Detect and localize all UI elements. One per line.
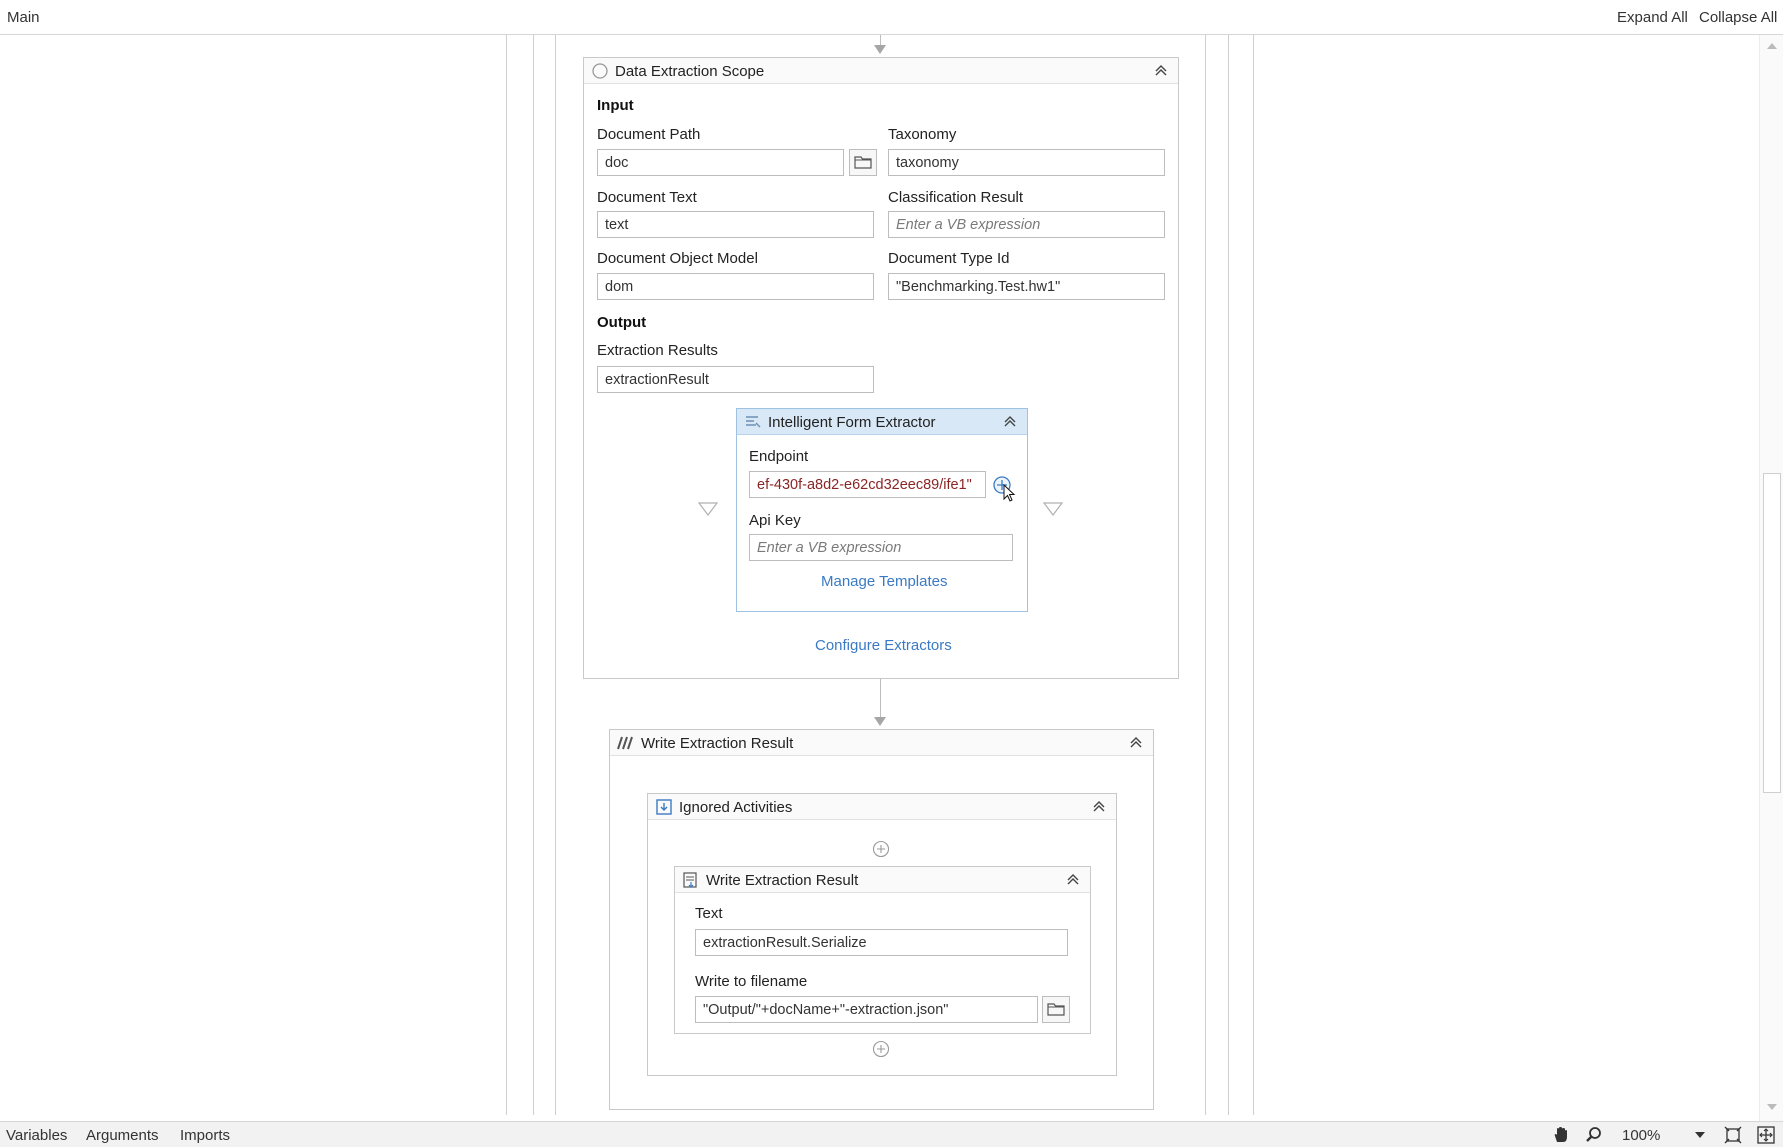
write-extraction-result-inner-activity[interactable]: Write Extraction Result Text extractionR… — [674, 866, 1091, 1034]
data-extraction-scope-activity[interactable]: Data Extraction Scope Input Document Pat… — [583, 57, 1179, 679]
comment-out-icon — [617, 736, 633, 750]
form-extractor-icon — [746, 416, 761, 428]
scroll-down-icon[interactable] — [1765, 1101, 1779, 1113]
collapse-all-button[interactable]: Collapse All — [1699, 9, 1777, 26]
fit-to-screen-icon[interactable] — [1724, 1126, 1742, 1144]
input-section-label: Input — [597, 97, 634, 114]
connector-line — [880, 679, 881, 721]
sequence-border-left — [506, 35, 507, 1115]
sequence-border-left-inner — [533, 35, 534, 1115]
api-key-input[interactable]: Enter a VB expression — [749, 534, 1013, 561]
document-text-label: Document Text — [597, 189, 697, 206]
ignored-activities-header[interactable]: Ignored Activities — [648, 794, 1116, 820]
sequence-border-right-inner — [1228, 35, 1229, 1115]
activity-title: Ignored Activities — [679, 799, 793, 816]
document-type-id-input[interactable]: "Benchmarking.Test.hw1" — [888, 273, 1165, 300]
designer-header: Main Expand All Collapse All — [0, 0, 1783, 35]
sequence-border-right-inner2 — [1205, 35, 1206, 1115]
document-text-input[interactable]: text — [597, 211, 874, 238]
extraction-results-label: Extraction Results — [597, 342, 718, 359]
classification-result-label: Classification Result — [888, 189, 1024, 206]
activity-title: Write Extraction Result — [706, 872, 859, 889]
connector-arrow — [874, 717, 886, 726]
activity-title: Write Extraction Result — [641, 735, 794, 752]
write-extraction-result-outer-activity[interactable]: Write Extraction Result Ignored Activiti… — [609, 729, 1154, 1110]
drop-target-right-icon[interactable] — [1042, 501, 1064, 517]
overview-icon[interactable] — [1757, 1126, 1775, 1144]
endpoint-label: Endpoint — [749, 448, 809, 465]
scroll-up-icon[interactable] — [1765, 40, 1779, 52]
taxonomy-label: Taxonomy — [888, 126, 957, 143]
extraction-results-input[interactable]: extractionResult — [597, 366, 874, 393]
endpoint-input[interactable]: ef-430f-a8d2-e62cd32eec89/ife1" — [749, 471, 986, 498]
variables-tab[interactable]: Variables — [6, 1127, 67, 1144]
ignored-activities-activity[interactable]: Ignored Activities Write Extraction Resu… — [647, 793, 1117, 1076]
collapse-chevron-icon[interactable] — [1001, 412, 1019, 430]
drop-target-left-icon[interactable] — [697, 501, 719, 517]
imports-tab[interactable]: Imports — [180, 1127, 230, 1144]
activity-title: Data Extraction Scope — [615, 63, 765, 80]
arguments-tab[interactable]: Arguments — [86, 1127, 159, 1144]
pan-hand-icon[interactable] — [1551, 1126, 1571, 1144]
activity-title: Intelligent Form Extractor — [768, 414, 936, 431]
connector-arrow — [874, 45, 886, 54]
zoom-search-icon[interactable] — [1585, 1126, 1603, 1144]
intelligent-form-extractor-activity[interactable]: Intelligent Form Extractor Endpoint ef-4… — [736, 408, 1028, 612]
document-path-input[interactable]: doc — [597, 149, 844, 176]
scope-circle-icon — [592, 63, 608, 79]
collapse-chevron-icon[interactable] — [1127, 733, 1145, 751]
write-to-filename-label: Write to filename — [695, 973, 808, 990]
sequence-border-right — [1253, 35, 1254, 1115]
add-activity-icon[interactable] — [872, 1040, 890, 1058]
text-input[interactable]: extractionResult.Serialize — [695, 929, 1068, 956]
document-object-model-input[interactable]: dom — [597, 273, 874, 300]
write-extraction-result-outer-header[interactable]: Write Extraction Result — [610, 730, 1153, 756]
document-path-browse-button[interactable] — [849, 149, 877, 176]
write-to-filename-input[interactable]: "Output/"+docName+"-extraction.json" — [695, 996, 1038, 1023]
sequence-icon — [656, 799, 672, 815]
write-extraction-result-inner-header[interactable]: Write Extraction Result — [675, 867, 1090, 893]
zoom-dropdown-icon[interactable] — [1694, 1130, 1706, 1140]
sequence-border-left-inner2 — [555, 35, 556, 1115]
breadcrumb-main[interactable]: Main — [7, 9, 40, 26]
manage-templates-link[interactable]: Manage Templates — [821, 573, 947, 590]
collapse-chevron-icon[interactable] — [1064, 870, 1082, 888]
add-activity-icon[interactable] — [872, 840, 890, 858]
document-type-id-label: Document Type Id — [888, 250, 1010, 267]
document-object-model-label: Document Object Model — [597, 250, 758, 267]
collapse-chevron-icon[interactable] — [1090, 797, 1108, 815]
intelligent-form-extractor-header[interactable]: Intelligent Form Extractor — [737, 409, 1027, 435]
text-label: Text — [695, 905, 723, 922]
filename-browse-button[interactable] — [1042, 996, 1070, 1023]
designer-statusbar: Variables Arguments Imports 100% — [0, 1121, 1783, 1147]
vertical-scrollbar[interactable] — [1759, 35, 1783, 1121]
output-section-label: Output — [597, 314, 647, 331]
folder-icon — [1047, 1003, 1065, 1016]
write-file-icon — [683, 872, 697, 888]
configure-extractors-link[interactable]: Configure Extractors — [815, 637, 952, 654]
classification-result-input[interactable]: Enter a VB expression — [888, 211, 1165, 238]
folder-icon — [854, 156, 872, 169]
collapse-chevron-icon[interactable] — [1152, 61, 1170, 79]
mouse-cursor-icon — [1003, 484, 1016, 502]
zoom-level[interactable]: 100% — [1622, 1127, 1660, 1144]
document-path-label: Document Path — [597, 126, 701, 143]
scrollbar-thumb[interactable] — [1763, 473, 1781, 793]
expand-all-button[interactable]: Expand All — [1617, 9, 1688, 26]
data-extraction-scope-header[interactable]: Data Extraction Scope — [584, 58, 1178, 84]
taxonomy-input[interactable]: taxonomy — [888, 149, 1165, 176]
api-key-label: Api Key — [749, 512, 801, 529]
